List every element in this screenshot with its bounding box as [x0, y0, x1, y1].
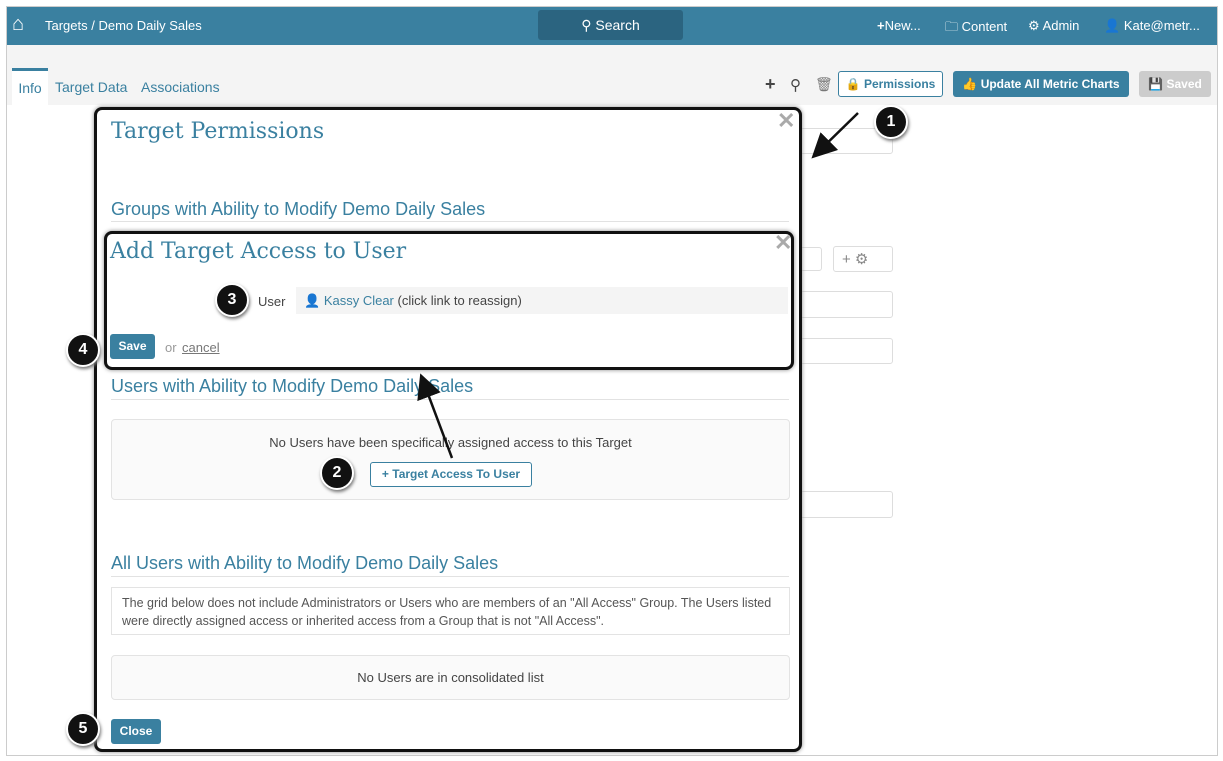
callout-4: 4	[66, 333, 100, 367]
arrow-2	[417, 373, 454, 459]
callout-3: 3	[215, 283, 249, 317]
annotation-arrows	[417, 112, 859, 459]
callout-1: 1	[874, 105, 908, 139]
callout-5: 5	[66, 712, 100, 746]
callout-2: 2	[320, 456, 354, 490]
arrow-1	[811, 112, 859, 159]
